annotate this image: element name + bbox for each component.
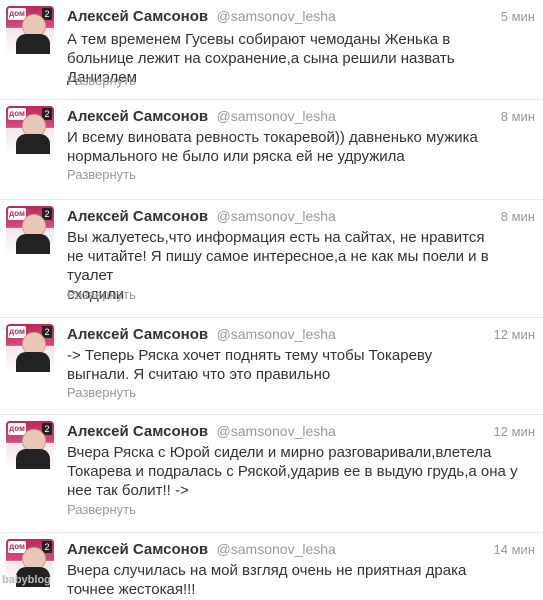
watermark: babyblog <box>2 574 51 586</box>
tweet-text-line: выгнали. Я считаю что это правильно <box>67 366 331 383</box>
tweet-time[interactable]: 12 мин <box>494 327 535 342</box>
author-name[interactable]: Алексей Самсонов <box>67 326 208 343</box>
author-handle[interactable]: @samsonov_lesha <box>217 208 336 224</box>
tweet-text-line: А тем временем Гусевы собирают чемоданы … <box>67 31 451 48</box>
tweet-header: Алексей Самсонов @samsonov_lesha 8 мин <box>67 108 535 128</box>
avatar[interactable]: дом 2 <box>6 106 54 154</box>
avatar[interactable]: дом 2 <box>6 421 54 469</box>
tweet-time[interactable]: 12 мин <box>494 424 535 439</box>
author-name[interactable]: Алексей Самсонов <box>67 208 208 225</box>
expand-link[interactable]: Развернуть <box>67 287 136 302</box>
author-handle[interactable]: @samsonov_lesha <box>217 108 336 124</box>
tweet-item[interactable]: дом 2 Алексей Самсонов @samsonov_lesha 1… <box>0 415 543 533</box>
avatar-body <box>16 234 50 254</box>
tweet-item[interactable]: дом 2 Алексей Самсонов @samsonov_lesha 1… <box>0 318 543 415</box>
author-name[interactable]: Алексей Самсонов <box>67 8 208 25</box>
tweet-header: Алексей Самсонов @samsonov_lesha 12 мин <box>67 326 535 346</box>
tweet-text-line: не читайте! Я пишу самое интересное,а не… <box>67 248 489 284</box>
tweet-item[interactable]: дом 2 Алексей Самсонов @samsonov_lesha 8… <box>0 100 543 200</box>
avatar-body <box>16 134 50 154</box>
tweet-text: Вчера случилась на мой взгляд очень не п… <box>67 561 523 599</box>
tweet-text-line: нее так болит!! -> <box>67 482 189 499</box>
avatar[interactable]: дом 2 <box>6 206 54 254</box>
tweet-text-line: нормального не было или ряска ей не удру… <box>67 148 405 165</box>
expand-link[interactable]: Развернуть <box>67 385 136 400</box>
avatar[interactable]: дом 2 <box>6 324 54 372</box>
avatar-body <box>16 34 50 54</box>
tweet-text: Вчера Ряска с Юрой сидели и мирно разгов… <box>67 443 523 500</box>
tweet-header: Алексей Самсонов @samsonov_lesha 5 мин <box>67 8 535 28</box>
tweet-text-line: Вы жалуетесь,что информация есть на сайт… <box>67 229 485 246</box>
avatar[interactable]: дом 2 <box>6 6 54 54</box>
tweet-text-line: Токарева и подралась с Ряской,ударив ее … <box>67 463 518 480</box>
tweet-header: Алексей Самсонов @samsonov_lesha 14 мин <box>67 541 535 561</box>
tweet-item[interactable]: дом 2 Алексей Самсонов @samsonov_lesha 8… <box>0 200 543 318</box>
avatar-body <box>16 449 50 469</box>
author-handle[interactable]: @samsonov_lesha <box>217 8 336 24</box>
author-name[interactable]: Алексей Самсонов <box>67 108 208 125</box>
tweet-text: -> Теперь Ряска хочет поднять тему чтобы… <box>67 346 523 384</box>
expand-link[interactable]: Развернуть <box>67 73 136 88</box>
expand-link[interactable]: Развернуть <box>67 167 136 182</box>
avatar-body <box>16 352 50 372</box>
tweet-text-line: Вчера Ряска с Юрой сидели и мирно разгов… <box>67 444 492 461</box>
author-name[interactable]: Алексей Самсонов <box>67 423 208 440</box>
tweet-text: И всему виновата ревность токаревой)) да… <box>67 128 523 166</box>
author-name[interactable]: Алексей Самсонов <box>67 541 208 558</box>
tweet-text-line: -> Теперь Ряска хочет поднять тему чтобы… <box>67 347 433 364</box>
tweet-item[interactable]: дом 2 Алексей Самсонов @samsonov_lesha 5… <box>0 0 543 100</box>
author-handle[interactable]: @samsonov_lesha <box>217 423 336 439</box>
author-handle[interactable]: @samsonov_lesha <box>217 541 336 557</box>
tweet-item[interactable]: дом 2 Алексей Самсонов @samsonov_lesha 1… <box>0 533 543 600</box>
expand-link[interactable]: Развернуть <box>67 502 136 517</box>
tweet-text-line: Вчера случилась на мой взгляд очень не п… <box>67 562 467 579</box>
tweet-header: Алексей Самсонов @samsonov_lesha 12 мин <box>67 423 535 443</box>
author-handle[interactable]: @samsonov_lesha <box>217 326 336 342</box>
tweet-text-line: И всему виновата ревность токаревой)) да… <box>67 129 478 146</box>
tweet-header: Алексей Самсонов @samsonov_lesha 8 мин <box>67 208 535 228</box>
tweet-time[interactable]: 5 мин <box>501 9 535 24</box>
tweet-text-line: точнее жестокая!!! <box>67 581 196 598</box>
tweet-time[interactable]: 8 мин <box>501 109 535 124</box>
tweet-time[interactable]: 14 мин <box>494 542 535 557</box>
tweet-time[interactable]: 8 мин <box>501 209 535 224</box>
